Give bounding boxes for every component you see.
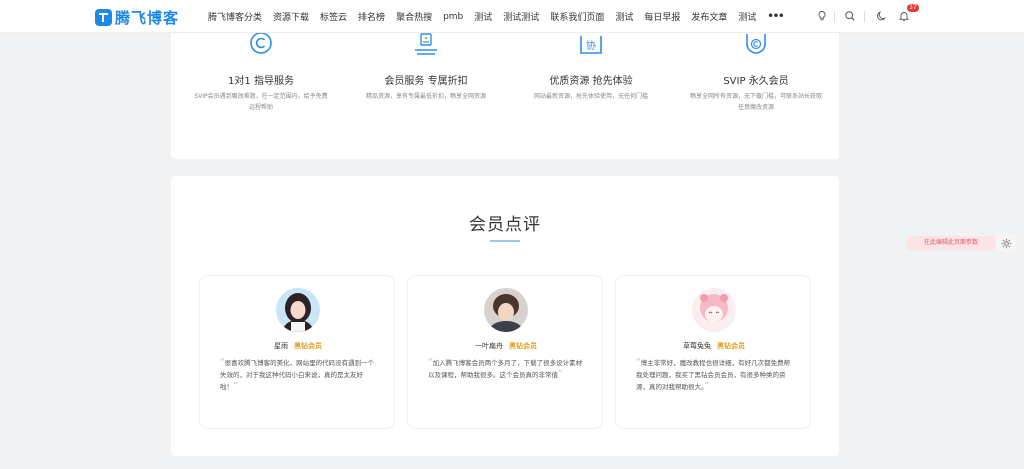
review-text: 博主非常好，魔改教程也很详细，有好几次都免费帮我处理问题，我买了黑钻会员会员，有… <box>636 359 791 391</box>
member-reviews-section: 会员点评 星雨 黑钻会员 “很喜欢腾飞博客的美化，网站里的代码没有遇到一个失效的，… <box>171 176 839 456</box>
lightbulb-icon[interactable] <box>815 9 829 23</box>
feature-desc: 畅享全网所有资源，无下载门槛，可联系站长获取任意魔改资源 <box>689 93 822 111</box>
section-title: 会员点评 <box>469 215 541 235</box>
feature-title: SVIP 永久会员 <box>723 76 789 87</box>
nav-item-contact[interactable]: 联系我们页面 <box>550 10 604 23</box>
membership-features: 1对1 指导服务 SVIP会员遇到魔改难题，在一定范围内，给予免费远程帮助 会员… <box>171 33 839 159</box>
shield-copyright-icon <box>741 33 771 57</box>
review-card: 一叶扁舟 黑钻会员 “加入腾飞博客会员两个多月了，下载了很多设计素材以及课程，帮助… <box>407 275 603 429</box>
feature-title: 1对1 指导服务 <box>228 76 294 87</box>
nav-item-daily-news[interactable]: 每日早报 <box>644 10 680 23</box>
title-underline <box>490 240 520 242</box>
header-divider <box>834 11 835 22</box>
xie-tag-icon: 协 <box>576 33 606 57</box>
avatar <box>484 288 528 332</box>
feature-desc: 网站最新资源，抢先体验使用，无任何门槛 <box>533 93 648 100</box>
nav-item-hot-search[interactable]: 聚合热搜 <box>396 10 432 23</box>
site-logo[interactable]: 腾飞博客 <box>95 7 179 28</box>
notification-count-badge: 37 <box>907 4 919 12</box>
moon-icon[interactable] <box>875 9 889 23</box>
search-icon[interactable] <box>843 9 857 23</box>
close-quote-icon: ” <box>558 370 563 380</box>
member-badge: 黑钻会员 <box>717 342 745 350</box>
feature-title: 会员服务 专属折扣 <box>384 76 468 87</box>
feature-desc: SVIP会员遇到魔改难题，在一定范围内，给予免费远程帮助 <box>194 93 328 111</box>
more-dots-icon[interactable]: ••• <box>767 11 784 22</box>
discount-tag-icon <box>411 33 441 57</box>
feature-title: 优质资源 抢先体验 <box>549 76 633 87</box>
header-divider <box>864 11 865 22</box>
nav-item-pmb[interactable]: pmb <box>443 12 463 22</box>
logo-text: 腾飞博客 <box>115 9 180 27</box>
review-card: 星雨 黑钻会员 “很喜欢腾飞博客的美化，网站里的代码没有遇到一个失效的，对于我这种… <box>199 275 395 429</box>
svg-text:协: 协 <box>586 39 596 52</box>
member-badge: 黑钻会员 <box>294 342 322 350</box>
main-nav: 腾飞博客分类 资源下载 标签云 排名榜 聚合热搜 pmb 测试 测试测试 联系我… <box>208 0 785 33</box>
nav-item-test-2[interactable]: 测试 <box>615 10 633 23</box>
reviewer-name: 草莓兔兔 <box>683 342 711 350</box>
top-header: 腾飞博客 腾飞博客分类 资源下载 标签云 排名榜 聚合热搜 pmb 测试 测试测… <box>0 0 1024 33</box>
reviewer-name: 一叶扁舟 <box>475 342 503 350</box>
review-text: 很喜欢腾飞博客的美化，网站里的代码没有遇到一个失效的，对于我这种代码小白来说，真… <box>220 359 375 391</box>
nav-item-test-test[interactable]: 测试测试 <box>503 10 539 23</box>
copyright-circle-icon <box>246 33 276 57</box>
nav-item-test-3[interactable]: 测试 <box>738 10 756 23</box>
nav-item-test-1[interactable]: 测试 <box>474 10 492 23</box>
nav-item-ranking[interactable]: 排名榜 <box>358 10 385 23</box>
feature-desc: 精品资源，享有专属最低折扣，畅享全网资源 <box>365 93 486 100</box>
avatar <box>692 288 736 332</box>
gear-icon[interactable] <box>996 234 1016 252</box>
nav-item-downloads[interactable]: 资源下载 <box>273 10 309 23</box>
nav-item-tag-cloud[interactable]: 标签云 <box>320 10 347 23</box>
review-card: 草莓兔兔 黑钻会员 “博主非常好，魔改教程也很详细，有好几次都免费帮我处理问题，我… <box>615 275 811 429</box>
close-quote-icon: ” <box>233 382 238 392</box>
edit-page-params-tab[interactable]: 在此编辑此页面参数 <box>907 236 995 250</box>
nav-item-publish[interactable]: 发布文章 <box>691 10 727 23</box>
reviewer-name: 星雨 <box>274 342 288 350</box>
close-quote-icon: ” <box>704 382 709 392</box>
member-badge: 黑钻会员 <box>509 342 537 350</box>
nav-item-category[interactable]: 腾飞博客分类 <box>208 10 262 23</box>
avatar <box>276 288 320 332</box>
logo-icon <box>95 9 112 26</box>
